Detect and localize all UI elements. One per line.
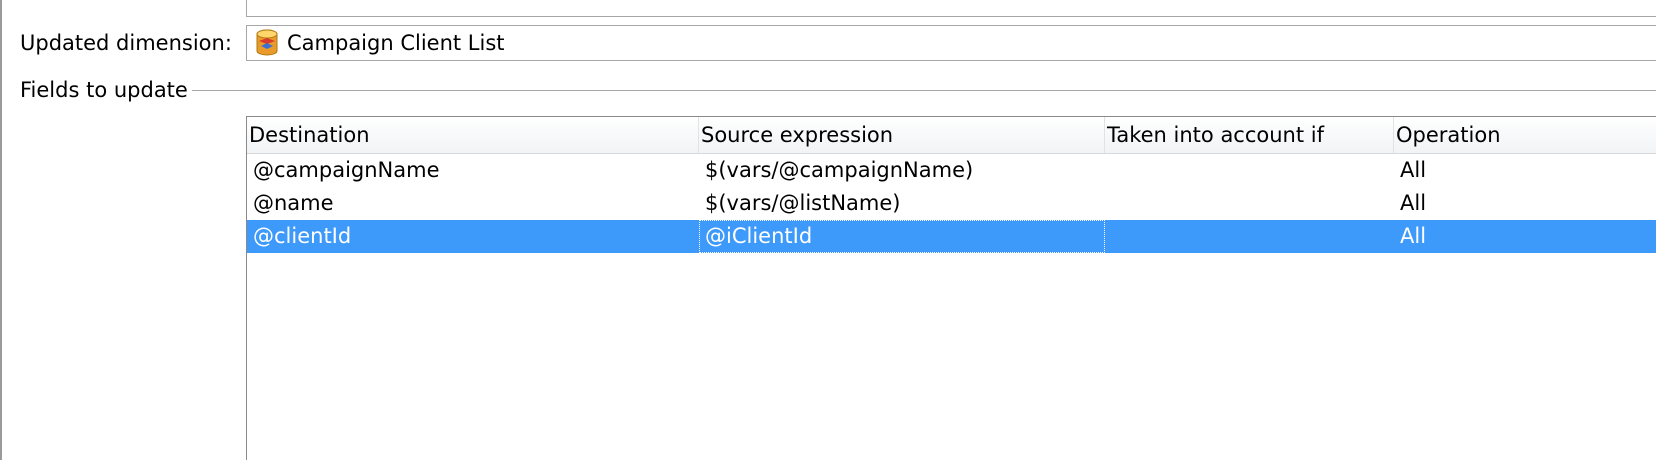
form-page: Updated dimension: Campaign Client List …: [0, 0, 1656, 460]
cell-condition: [1105, 220, 1394, 253]
database-table-icon: [256, 29, 278, 56]
updated-dimension-label: Updated dimension:: [20, 31, 232, 55]
fields-grid[interactable]: Destination Source expression Taken into…: [246, 116, 1656, 460]
table-row[interactable]: @campaignName $(vars/@campaignName) All: [247, 154, 1656, 187]
column-header-source-expression[interactable]: Source expression: [699, 117, 1105, 153]
cell-operation: All: [1400, 158, 1427, 182]
column-header-destination[interactable]: Destination: [247, 117, 699, 153]
cell-source-expression[interactable]: @iClientId: [699, 220, 1105, 253]
fields-to-update-legend: Fields to update: [20, 75, 192, 105]
table-row-selected[interactable]: @clientId @iClientId All: [247, 220, 1656, 253]
cell-operation: All: [1400, 224, 1427, 248]
panel-border: [0, 0, 2, 460]
updated-dimension-field[interactable]: Campaign Client List: [246, 25, 1656, 61]
cell-condition: [1105, 187, 1394, 220]
cell-destination: @clientId: [253, 224, 352, 248]
column-header-taken-into-account-if[interactable]: Taken into account if: [1105, 117, 1394, 153]
cell-condition: [1105, 154, 1394, 187]
upper-field[interactable]: [246, 0, 1656, 17]
cell-operation: All: [1400, 191, 1427, 215]
updated-dimension-value: Campaign Client List: [287, 31, 505, 55]
fields-group-divider: [186, 90, 1656, 91]
grid-header: Destination Source expression Taken into…: [247, 117, 1656, 154]
cell-destination: @name: [253, 191, 334, 215]
cell-source-expression: $(vars/@campaignName): [705, 158, 974, 182]
cell-source-expression: $(vars/@listName): [705, 191, 901, 215]
table-row[interactable]: @name $(vars/@listName) All: [247, 187, 1656, 220]
cell-destination: @campaignName: [253, 158, 440, 182]
column-header-operation[interactable]: Operation: [1394, 117, 1656, 153]
